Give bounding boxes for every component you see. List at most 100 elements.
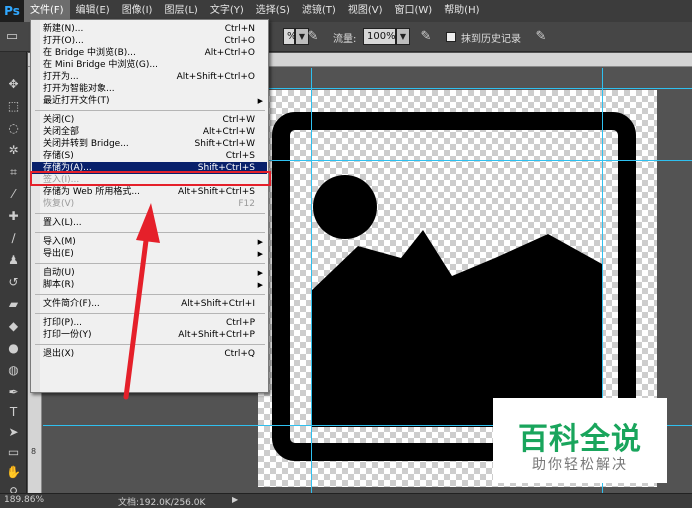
file-menu-item[interactable]: 置入(L)...: [32, 217, 267, 229]
menu-item-label: 关闭并转到 Bridge...: [43, 139, 129, 149]
menu-separator: [35, 263, 265, 264]
menu-8[interactable]: 窗口(W): [388, 0, 438, 22]
file-menu-item[interactable]: 导出(E) ▶: [32, 248, 267, 260]
menu-item-shortcut: Shift+Ctrl+W: [194, 139, 255, 149]
submenu-arrow-icon: ▶: [257, 238, 263, 246]
file-menu-item[interactable]: 退出(X) Ctrl+Q: [32, 348, 267, 360]
file-menu-item[interactable]: 新建(N)... Ctrl+N: [32, 23, 267, 35]
erase-to-history-checkbox[interactable]: [446, 32, 456, 42]
file-menu-item[interactable]: 打开(O)... Ctrl+O: [32, 35, 267, 47]
menu-item-label: 打印(P)...: [43, 318, 83, 328]
file-menu-item[interactable]: 打开为智能对象...: [32, 83, 267, 95]
submenu-arrow-icon: ▶: [257, 281, 263, 289]
menu-separator: [35, 110, 265, 111]
move-tool-icon[interactable]: ✥: [5, 76, 22, 93]
history-brush-icon[interactable]: ↺: [5, 274, 22, 291]
flow-field[interactable]: 100%: [363, 28, 396, 45]
paint-bucket-icon[interactable]: ◆: [5, 318, 22, 335]
erase-to-history-label: 抹到历史记录: [461, 34, 521, 45]
watermark-subtitle: 助你轻松解决: [532, 457, 628, 473]
menu-item-label: 打开为智能对象...: [43, 84, 115, 94]
opacity-field-tail[interactable]: %: [283, 28, 297, 45]
menu-separator: [35, 232, 265, 233]
eyedropper-tool-icon[interactable]: ⁄: [5, 186, 22, 203]
dodge-tool-icon[interactable]: ◍: [5, 362, 22, 379]
file-menu-item[interactable]: 脚本(R) ▶: [32, 279, 267, 291]
menu-item-label: 文件简介(F)...: [43, 299, 100, 309]
menu-item-shortcut: Alt+Shift+Ctrl+I: [181, 299, 255, 309]
file-menu-item[interactable]: 关闭(C) Ctrl+W: [32, 114, 267, 126]
file-menu-item[interactable]: 打印(P)... Ctrl+P: [32, 317, 267, 329]
menu-item-label: 存储为 Web 所用格式...: [43, 187, 140, 197]
menu-item-label: 自动(U): [43, 268, 75, 278]
menu-item-label: 存储(S): [43, 151, 74, 161]
blur-tool-icon[interactable]: ●: [5, 340, 22, 357]
crop-tool-icon[interactable]: ⌗: [5, 164, 22, 181]
file-menu-item[interactable]: 自动(U) ▶: [32, 267, 267, 279]
menu-separator: [35, 313, 265, 314]
menu-item-label: 打开为...: [43, 72, 79, 82]
toolbox: ✥ ⬚ ◌ ✲ ⌗ ⁄ ✚ ∕ ♟ ↺ ▰ ◆ ● ◍ ✒ T ➤ ▭ ✋ ⚲: [0, 52, 27, 499]
clone-stamp-icon[interactable]: ♟: [5, 252, 22, 269]
eraser-tool-icon[interactable]: ▰: [5, 296, 22, 313]
menu-separator: [35, 213, 265, 214]
file-menu-item[interactable]: 在 Bridge 中浏览(B)... Alt+Ctrl+O: [32, 47, 267, 59]
menu-separator: [35, 294, 265, 295]
brush-tool-icon[interactable]: ∕: [5, 230, 22, 247]
file-menu-item[interactable]: 在 Mini Bridge 中浏览(G)...: [32, 59, 267, 71]
path-select-icon[interactable]: ➤: [5, 424, 22, 441]
menu-6[interactable]: 滤镜(T): [296, 0, 342, 22]
flow-dropdown[interactable]: ▼: [396, 28, 410, 45]
guide-vertical: [311, 68, 312, 493]
file-menu-item[interactable]: 最近打开文件(T) ▶: [32, 95, 267, 107]
status-menu-arrow-icon[interactable]: ▶: [232, 495, 238, 504]
menu-item-shortcut: Ctrl+P: [226, 318, 255, 328]
healing-brush-icon[interactable]: ✚: [5, 208, 22, 225]
submenu-arrow-icon: ▶: [257, 97, 263, 105]
menu-item-label: 新建(N)...: [43, 24, 84, 34]
submenu-arrow-icon: ▶: [257, 269, 263, 277]
pressure-opacity-icon[interactable]: ✎: [305, 29, 321, 45]
type-tool-icon[interactable]: T: [5, 404, 22, 421]
menu-item-label: 关闭全部: [43, 127, 80, 137]
ps-logo: Ps: [0, 0, 24, 22]
lasso-tool-icon[interactable]: ◌: [5, 120, 22, 137]
file-menu-item[interactable]: 存储(S) Ctrl+S: [32, 150, 267, 162]
file-menu-item[interactable]: 存储为 Web 所用格式... Alt+Shift+Ctrl+S: [32, 186, 267, 198]
ruler-label: 8: [31, 447, 37, 456]
menu-item-shortcut: Ctrl+Q: [224, 349, 255, 359]
menu-item-shortcut: Ctrl+O: [224, 36, 255, 46]
file-menu: 新建(N)... Ctrl+N 打开(O)... Ctrl+O 在 Bridge 中浏览…: [30, 19, 269, 393]
menu-item-shortcut: Alt+Ctrl+W: [202, 127, 255, 137]
menu-item-shortcut: Ctrl+W: [222, 115, 255, 125]
magic-wand-icon[interactable]: ✲: [5, 142, 22, 159]
file-menu-item[interactable]: 打开为... Alt+Shift+Ctrl+O: [32, 71, 267, 83]
menu-item-shortcut: Alt+Shift+Ctrl+S: [178, 187, 255, 197]
menu-item-label: 在 Bridge 中浏览(B)...: [43, 48, 136, 58]
menu-item-label: 置入(L)...: [43, 218, 82, 228]
menu-9[interactable]: 帮助(H): [438, 0, 485, 22]
watermark-title: 百科全说: [518, 422, 642, 457]
file-menu-item[interactable]: 恢复(V) F12: [32, 198, 267, 210]
file-menu-item[interactable]: 导入(M) ▶: [32, 236, 267, 248]
menu-item-shortcut: F12: [238, 199, 255, 209]
pen-tool-icon[interactable]: ✒: [5, 384, 22, 401]
zoom-level[interactable]: 189.86%: [4, 495, 44, 505]
menu-item-label: 最近打开文件(T): [43, 96, 110, 106]
menu-7[interactable]: 视图(V): [342, 0, 389, 22]
status-bar: 189.86% 文档:192.0K/256.0K ▶: [0, 493, 692, 508]
menu-item-label: 在 Mini Bridge 中浏览(G)...: [43, 60, 158, 70]
menu-item-label: 打开(O)...: [43, 36, 84, 46]
file-menu-item[interactable]: 关闭并转到 Bridge... Shift+Ctrl+W: [32, 138, 267, 150]
airbrush-icon[interactable]: ✎: [418, 29, 434, 45]
file-menu-item[interactable]: 关闭全部 Alt+Ctrl+W: [32, 126, 267, 138]
file-menu-item[interactable]: 打印一份(Y) Alt+Shift+Ctrl+P: [32, 329, 267, 341]
eraser-tool-preset-icon[interactable]: ▭: [4, 29, 20, 45]
flow-label: 流量:: [333, 34, 357, 45]
marquee-tool-icon[interactable]: ⬚: [5, 98, 22, 115]
hand-tool-icon[interactable]: ✋: [5, 464, 22, 481]
shape-tool-icon[interactable]: ▭: [5, 444, 22, 461]
menu-item-label: 脚本(R): [43, 280, 75, 290]
file-menu-item[interactable]: 文件简介(F)... Alt+Shift+Ctrl+I: [32, 298, 267, 310]
pressure-size-icon[interactable]: ✎: [533, 29, 549, 45]
